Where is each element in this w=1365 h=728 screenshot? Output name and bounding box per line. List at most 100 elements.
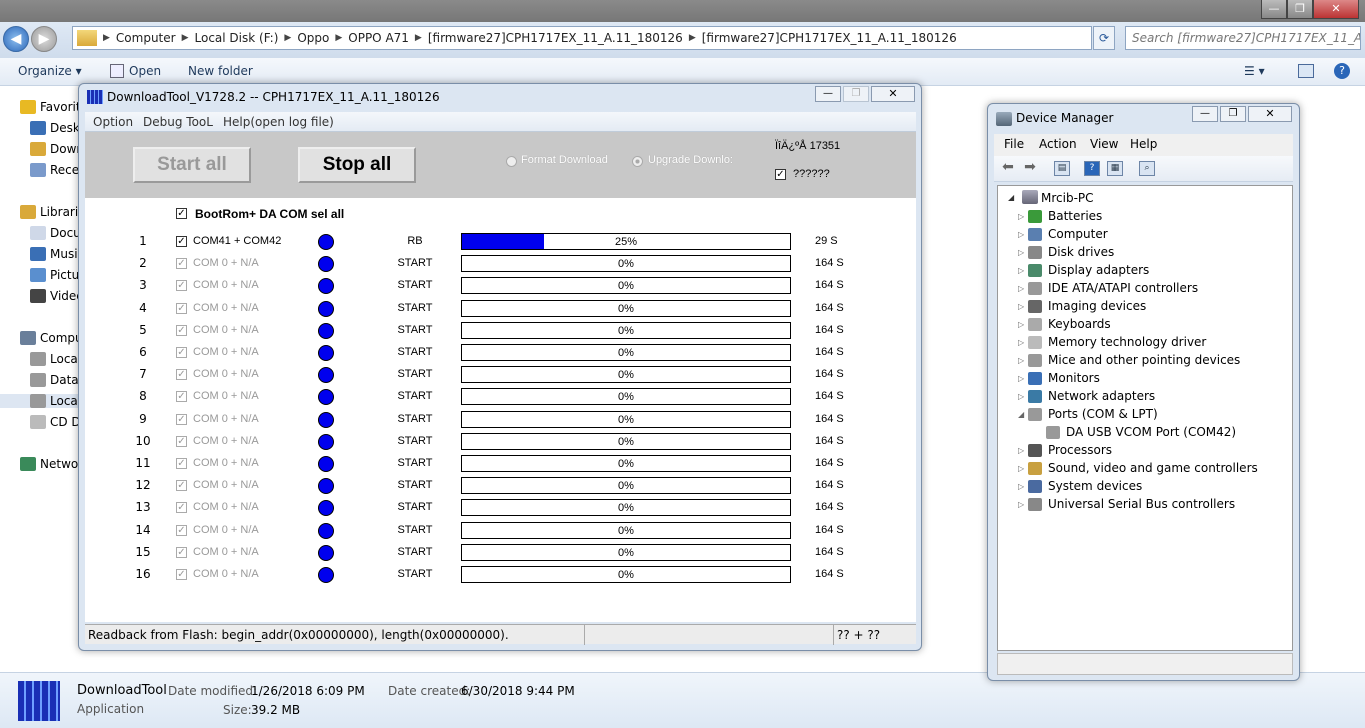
tree-root[interactable]: Mrcib-PC [1041,191,1094,205]
breadcrumb-local-disk[interactable]: Local Disk (F:) [191,31,283,45]
menu-help[interactable]: Help [1130,137,1157,151]
nav-item[interactable]: Favorit [20,100,81,114]
row-checkbox[interactable]: ✓ [176,347,187,358]
minimize-button[interactable]: — [815,86,841,102]
help-icon[interactable]: ? [1084,161,1100,176]
breadcrumb-oppo[interactable]: Oppo [293,31,333,45]
row-checkbox[interactable]: ✓ [176,502,187,514]
nav-item[interactable]: Rece [30,163,79,177]
nav-item[interactable]: Musi [30,247,78,261]
minimize-button[interactable]: — [1192,106,1218,122]
expand-arrow-icon[interactable]: ▷ [1018,500,1024,509]
format-download-radio[interactable] [506,156,517,167]
row-checkbox[interactable]: ✓ [176,258,187,270]
option-checkbox[interactable]: ✓ [775,169,786,180]
close-button[interactable]: ✕ [1313,0,1359,19]
nav-item[interactable]: CD D [30,415,81,429]
nav-item[interactable]: Dowr [30,142,81,156]
row-checkbox[interactable]: ✓ [176,569,187,580]
help-icon[interactable]: ? [1334,63,1350,79]
tree-node[interactable]: ▷ Mice and other pointing devices [1018,353,1240,367]
refresh-icon[interactable]: ⟳ [1093,26,1115,50]
tree-node[interactable]: ▷ Processors [1018,443,1112,457]
tree-node[interactable]: ▷ Imaging devices [1018,299,1146,313]
nav-item[interactable]: Docu [30,226,81,240]
view-options-icon[interactable]: ☰ ▾ [1244,64,1265,78]
address-bar[interactable]: ▶ Computer ▶ Local Disk (F:) ▶ Oppo ▶ OPPO … [72,26,1092,50]
tree-node[interactable]: ▷ Universal Serial Bus controllers [1018,497,1235,511]
properties-icon[interactable]: ▤ [1054,161,1070,176]
collapse-arrow-icon[interactable]: ◢ [1018,410,1024,419]
expand-arrow-icon[interactable]: ▷ [1018,392,1024,401]
row-checkbox[interactable]: ✓ [176,324,187,336]
tree-node[interactable]: ▷ Batteries [1018,209,1102,223]
back-icon[interactable]: ⬅ [1000,160,1016,176]
maximize-button[interactable]: ❐ [1287,0,1313,19]
menu-debug-tool[interactable]: Debug TooL [143,115,213,129]
preview-pane-icon[interactable] [1298,64,1314,78]
tree-node[interactable]: ◢ Ports (COM & LPT) [1018,407,1158,421]
expand-arrow-icon[interactable]: ▷ [1018,230,1024,239]
tree-node[interactable]: ▷ Monitors [1018,371,1100,385]
row-checkbox[interactable]: ✓ [176,458,187,469]
open-button[interactable]: Open [129,64,161,78]
breadcrumb-oppo-a71[interactable]: OPPO A71 [344,31,413,45]
back-button[interactable]: ◀ [3,26,29,52]
expand-arrow-icon[interactable]: ▷ [1018,356,1024,365]
row-checkbox[interactable]: ✓ [176,280,187,292]
breadcrumb-firmware-1[interactable]: [firmware27]CPH1717EX_11_A.11_180126 [424,31,687,45]
tree-node[interactable]: ▷ System devices [1018,479,1142,493]
search-input[interactable]: Search [firmware27]CPH1717EX_11_A.... [1125,26,1361,50]
nav-item[interactable]: Desk [30,121,80,135]
nav-item[interactable]: Data [30,373,79,387]
tree-node[interactable]: ▷ IDE ATA/ATAPI controllers [1018,281,1198,295]
maximize-button[interactable]: ❐ [843,86,869,102]
expand-arrow-icon[interactable]: ▷ [1018,320,1024,329]
tree-node[interactable]: ▷ Sound, video and game controllers [1018,461,1258,475]
tree-node[interactable]: DA USB VCOM Port (COM42) [1046,425,1236,439]
breadcrumb-firmware-2[interactable]: [firmware27]CPH1717EX_11_A.11_180126 [698,31,961,45]
row-checkbox[interactable]: ✓ [176,546,187,558]
menu-file[interactable]: File [1004,137,1024,151]
row-checkbox[interactable]: ✓ [176,413,187,425]
menu-option[interactable]: Option [93,115,133,129]
organize-button[interactable]: Organize ▾ [18,64,82,78]
expand-arrow-icon[interactable]: ▷ [1018,464,1024,473]
expand-arrow-icon[interactable]: ▷ [1018,248,1024,257]
nav-item[interactable]: Videc [30,289,83,303]
nav-item[interactable]: Librari [20,205,78,219]
close-button[interactable]: ✕ [871,86,915,102]
expand-arrow-icon[interactable]: ▷ [1018,302,1024,311]
nav-item[interactable]: Netwo [20,457,78,471]
tree-node[interactable]: ▷ Memory technology driver [1018,335,1206,349]
expand-arrow-icon[interactable]: ▷ [1018,266,1024,275]
tree-node[interactable]: ▷ Computer [1018,227,1108,241]
row-checkbox[interactable]: ✓ [176,480,187,492]
select-all-checkbox[interactable]: ✓ [176,208,187,219]
show-hidden-icon[interactable]: ▦ [1107,161,1123,176]
menu-view[interactable]: View [1090,137,1118,151]
maximize-button[interactable]: ❐ [1220,106,1246,122]
tree-node[interactable]: ▷ Disk drives [1018,245,1114,259]
row-checkbox[interactable]: ✓ [176,302,187,314]
row-checkbox[interactable]: ✓ [176,391,187,403]
row-checkbox[interactable]: ✓ [176,524,187,536]
tree-node[interactable]: ▷ Network adapters [1018,389,1155,403]
minimize-button[interactable]: — [1261,0,1287,19]
new-folder-button[interactable]: New folder [188,64,253,78]
tree-node[interactable]: ▷ Keyboards [1018,317,1111,331]
menu-help[interactable]: Help(open log file) [223,115,334,129]
expand-arrow-icon[interactable]: ▷ [1018,284,1024,293]
expand-arrow-icon[interactable]: ▷ [1018,446,1024,455]
start-all-button[interactable]: Start all [133,147,251,183]
nav-item[interactable]: Compu [20,331,83,345]
nav-item[interactable]: Loca [30,352,78,366]
close-button[interactable]: ✕ [1248,106,1292,122]
row-checkbox[interactable]: ✓ [176,435,187,447]
breadcrumb-computer[interactable]: Computer [112,31,180,45]
expand-arrow-icon[interactable]: ▷ [1018,212,1024,221]
scan-hardware-icon[interactable]: ⌕ [1139,161,1155,176]
collapse-arrow-icon[interactable]: ◢ [1008,193,1014,202]
tree-node[interactable]: ▷ Display adapters [1018,263,1149,277]
expand-arrow-icon[interactable]: ▷ [1018,374,1024,383]
